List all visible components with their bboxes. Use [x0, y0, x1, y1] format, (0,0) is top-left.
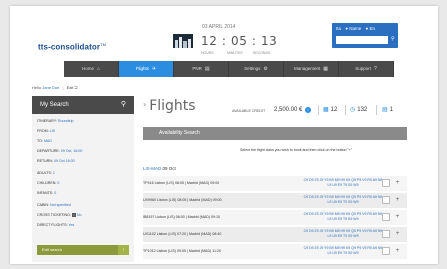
search-param: To: MAD	[37, 139, 52, 143]
edit-search-button[interactable]: Edit search ›	[37, 245, 129, 255]
chevron-right-icon: ›	[118, 245, 129, 255]
add-flight-button[interactable]: +	[394, 179, 401, 187]
city-skyline-icon	[173, 34, 193, 48]
clock-icon: ◷	[350, 107, 356, 113]
flight-info: TP416 Lisbon (LIS) 08:05 | Madrid (MAD) …	[143, 181, 220, 185]
add-flight-button[interactable]: +	[394, 247, 401, 255]
class-select-box[interactable]	[382, 196, 390, 204]
search-param: Direct flights: Yes	[37, 223, 75, 227]
nav-settings[interactable]: Settings ⚙	[229, 61, 284, 77]
divider	[318, 105, 319, 115]
exit-link[interactable]: Exit ⎋	[67, 85, 78, 90]
my-search-panel: Itinerary: Roundtrip From: LIS To: MAD D…	[32, 114, 134, 262]
search-icon: ⚲	[120, 101, 126, 108]
sector-heading: LIS-MAD 09 Oct	[143, 166, 176, 171]
app-window: tts-consolidatorTM 03 APRIL 2014 12 : 05…	[10, 6, 438, 264]
credit-label: AVAILABLE CREDIT	[232, 109, 266, 113]
user-bar: Hello Jane Doe | Exit ⎋	[32, 85, 78, 90]
search-param: Departure: 09 Oct, 16:00	[37, 149, 83, 153]
search-param: Return: 09 Oct 16:00	[37, 159, 75, 163]
flight-row: IB8197 Lisbon (LIS) 08:00 | Madrid (MAD)…	[143, 210, 407, 225]
flight-info: TP1012 Lisbon (LIS) 09:05 | Madrid (MAD)…	[143, 249, 221, 253]
chevron-right-icon: ›	[143, 100, 147, 109]
help-icon: ?	[373, 66, 377, 72]
stat-calendar[interactable]: ▦ 12	[323, 106, 337, 113]
time-labels: HOURS MINUTES SECONDS	[201, 51, 271, 55]
search-param: Children: 0	[37, 181, 60, 185]
user-lang-box: Ita ● Name ● En ⚲	[332, 23, 398, 48]
my-search-header: My Search ⚲	[32, 96, 134, 114]
calendar-icon: ▦	[323, 107, 329, 113]
add-flight-button[interactable]: +	[394, 230, 401, 238]
info-icon: i	[71, 213, 76, 217]
flight-row: TP1012 Lisbon (LIS) 09:05 | Madrid (MAD)…	[143, 244, 407, 259]
info-icon[interactable]: i	[305, 107, 311, 113]
search-param: Adults: 1	[37, 171, 55, 175]
nav-flights[interactable]: Flights ✈	[119, 61, 174, 77]
current-time: 12 : 05 : 13	[201, 34, 278, 48]
search-param: Itinerary: Roundtrip	[37, 119, 74, 123]
gear-icon: ⚙	[263, 66, 268, 72]
divider	[345, 105, 346, 115]
brand-logo[interactable]: tts-consolidatorTM	[38, 42, 106, 52]
plane-icon: ✈	[152, 66, 157, 72]
page-title: › Flights	[143, 98, 196, 114]
class-select-box[interactable]	[382, 213, 390, 221]
flight-row: TP416 Lisbon (LIS) 08:05 | Madrid (MAD) …	[143, 176, 407, 191]
main-nav: Home ⌂ Flights ✈ PNR ▤ Settings ⚙ Management…	[64, 61, 394, 77]
class-select-box[interactable]	[382, 179, 390, 187]
add-flight-button[interactable]: +	[394, 213, 401, 221]
search-icon[interactable]: ⚲	[391, 36, 397, 44]
search-param: Cabin: Not specified	[37, 203, 71, 207]
home-icon: ⌂	[96, 66, 101, 72]
flight-row: UX9960 Lisbon (LIS) 08:05 | Madrid (MAD)…	[143, 193, 407, 208]
lang-option-name[interactable]: ● Name	[345, 26, 361, 31]
language-selector[interactable]: Ita ● Name ● En	[336, 26, 378, 31]
lang-option-ita[interactable]: Ita	[336, 26, 341, 31]
current-date: 03 APRIL 2014	[202, 24, 236, 30]
instruction-text: Select the flight class you wish to book…	[240, 148, 353, 152]
nav-pnr[interactable]: PNR ▤	[174, 61, 229, 77]
flight-row: UX1102 Lisbon (LIS) 07:20 | Madrid (MAD)…	[143, 227, 407, 242]
user-name-link[interactable]: Jane Doe	[42, 85, 59, 90]
grid-icon: ▦	[323, 66, 328, 72]
doc-icon: ▤	[204, 66, 210, 72]
flight-info: UX1102 Lisbon (LIS) 07:20 | Madrid (MAD)…	[143, 232, 222, 236]
exit-icon: ⎋	[74, 85, 78, 90]
availability-search-header: Availability Search	[143, 127, 407, 140]
flight-info: UX9960 Lisbon (LIS) 08:05 | Madrid (MAD)…	[143, 198, 222, 202]
stat-clock[interactable]: ◷ 132	[350, 106, 367, 113]
header-search-input[interactable]	[336, 36, 388, 44]
class-select-box[interactable]	[382, 247, 390, 255]
nav-management[interactable]: Management ▦	[284, 61, 339, 77]
stat-doc[interactable]: ▤ 1	[382, 106, 393, 113]
class-select-box[interactable]	[382, 230, 390, 238]
doc-icon: ▤	[382, 107, 388, 113]
search-param: Cross ticketing: i No	[37, 213, 82, 217]
add-flight-button[interactable]: +	[394, 196, 401, 204]
credit-value: 2,500.00 €	[274, 107, 303, 113]
nav-support[interactable]: Support?	[339, 61, 394, 77]
divider	[376, 105, 377, 115]
lang-option-en[interactable]: ● En	[366, 26, 375, 31]
search-param: From: LIS	[37, 129, 55, 133]
nav-home[interactable]: Home ⌂	[64, 61, 119, 77]
flight-info: IB8197 Lisbon (LIS) 08:00 | Madrid (MAD)…	[143, 215, 221, 219]
search-param: Infants: 0	[37, 191, 57, 195]
